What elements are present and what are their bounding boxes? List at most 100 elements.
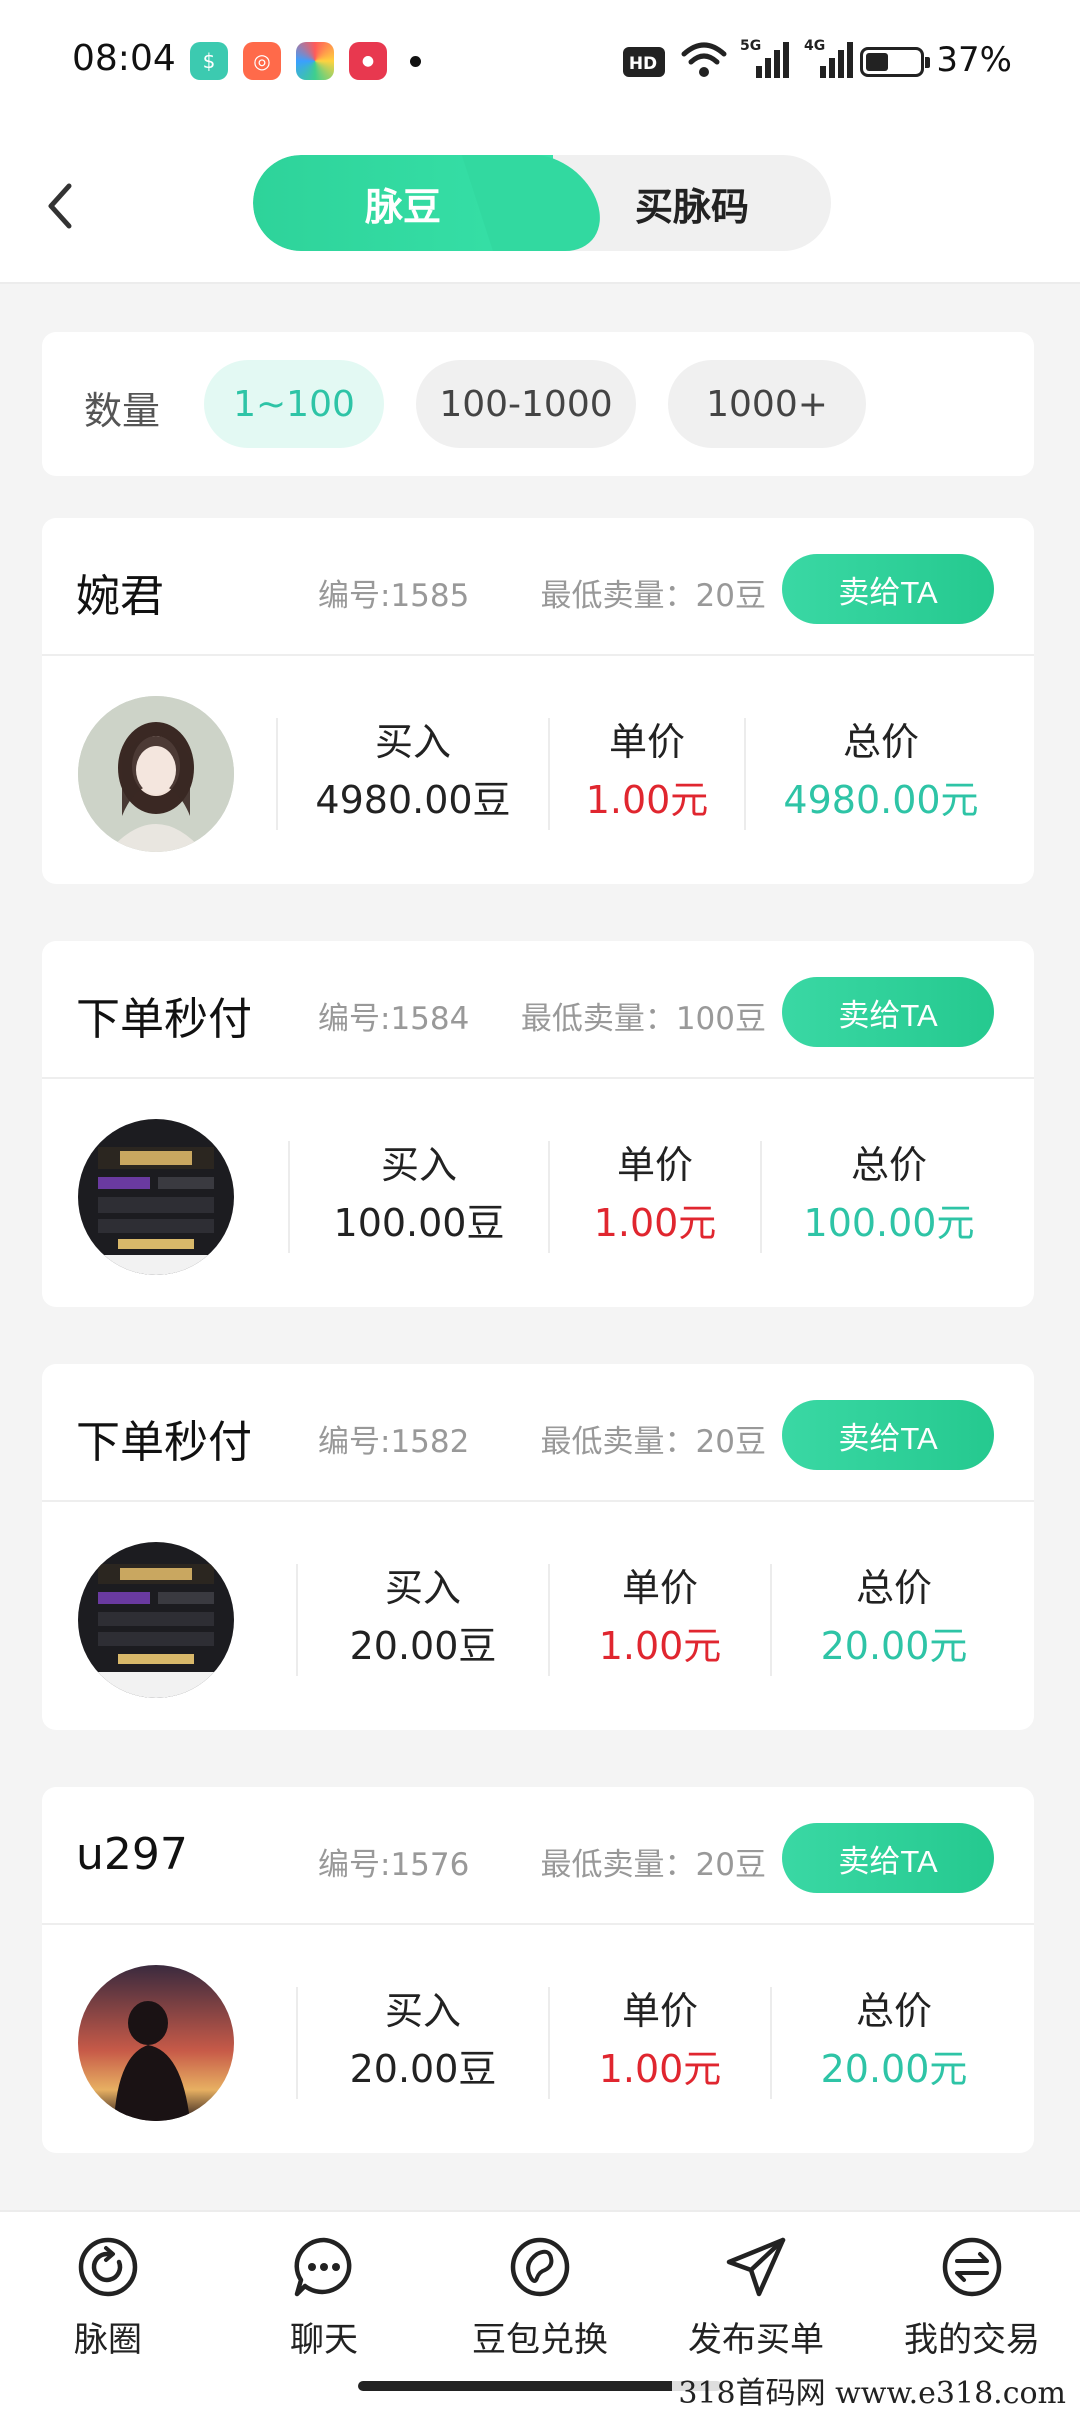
tab-buy-code[interactable]: 买脉码: [553, 155, 831, 251]
listing-header: 下单秒付 编号:1582 最低卖量：20豆 卖给TA: [42, 1364, 1034, 1502]
circle-refresh-icon: [78, 2237, 138, 2297]
buy-label: 买入: [374, 720, 451, 764]
filter-option-1-100[interactable]: 1~100: [204, 360, 384, 448]
buy-label: 买入: [384, 1989, 461, 2033]
quantity-filter: 数量 1~100 100-1000 1000+: [42, 332, 1034, 476]
listing-body: 买入 4980.00豆 单价 1.00元 总价 4980.00元: [42, 656, 1034, 884]
buy-amount-column: 买入 100.00豆: [290, 1141, 548, 1253]
listing-body: 买入 100.00豆 单价 1.00元 总价 100.00元: [42, 1079, 1034, 1307]
nav-item-bean-exchange[interactable]: 豆包兑换: [450, 2234, 630, 2361]
min-sell-amount: 最低卖量：20豆: [540, 1847, 766, 1883]
chat-bubble-icon: [294, 2237, 352, 2297]
hd-icon: HD: [623, 47, 665, 77]
signal-4g-icon: 4G: [804, 38, 854, 78]
nav-item-my-trades[interactable]: 我的交易: [882, 2234, 1062, 2361]
sell-to-button[interactable]: 卖给TA: [782, 1823, 994, 1893]
buy-amount-column: 买入 20.00豆: [298, 1987, 548, 2099]
avatar[interactable]: [78, 1542, 234, 1698]
nav-label: 发布买单: [688, 2320, 824, 2360]
unit-price: 1.00元: [598, 2047, 722, 2091]
total-column: 总价 20.00元: [772, 1564, 1016, 1676]
unit-price: 1.00元: [598, 1624, 722, 1668]
seller-name: 婉君: [76, 571, 164, 622]
unit-price-column: 单价 1.00元: [550, 718, 744, 830]
seller-name: 下单秒付: [76, 1417, 252, 1468]
battery-percent: 37%: [936, 40, 1012, 80]
shopping-app-icon: ●: [349, 42, 387, 80]
total-column: 总价 100.00元: [762, 1141, 1016, 1253]
notification-dot: [410, 56, 421, 67]
status-bar: 08:04 $ ◎ ● HD 5G 4G 37%: [0, 0, 1080, 128]
svg-text:HD: HD: [629, 54, 657, 74]
listing-serial: 编号:1582: [318, 1424, 470, 1460]
nav-label: 脉圈: [74, 2320, 142, 2360]
browser-app-icon: [296, 42, 334, 80]
filter-label: 数量: [84, 389, 161, 433]
total-label: 总价: [855, 1566, 932, 1610]
listing-header: 婉君 编号:1585 最低卖量：20豆 卖给TA: [42, 518, 1034, 656]
filter-option-1000-plus[interactable]: 1000+: [668, 360, 866, 448]
buy-amount: 20.00豆: [349, 1624, 497, 1668]
unit-price-column: 单价 1.00元: [550, 1564, 770, 1676]
transfer-arrows-icon: [942, 2237, 1002, 2297]
home-indicator[interactable]: [358, 2381, 722, 2391]
listing-serial: 编号:1585: [318, 578, 470, 614]
listing-body: 买入 20.00豆 单价 1.00元 总价 20.00元: [42, 1925, 1034, 2153]
unit-price: 1.00元: [593, 1201, 717, 1245]
wallet-app-icon: $: [190, 42, 228, 80]
community-app-icon: ◎: [243, 42, 281, 80]
total-price: 4980.00元: [783, 778, 979, 822]
avatar[interactable]: [78, 1119, 234, 1275]
total-label: 总价: [842, 720, 919, 764]
unit-price-label: 单价: [608, 720, 685, 764]
tab-maidou[interactable]: 脉豆: [253, 155, 553, 251]
min-sell-amount: 最低卖量：20豆: [540, 578, 766, 614]
total-label: 总价: [850, 1143, 927, 1187]
buy-amount: 100.00豆: [333, 1201, 505, 1245]
nav-label: 我的交易: [904, 2320, 1040, 2360]
total-price: 100.00元: [803, 1201, 975, 1245]
buy-amount-column: 买入 4980.00豆: [278, 718, 548, 830]
listing-card: 下单秒付 编号:1582 最低卖量：20豆 卖给TA 买入 20.00豆 单价 …: [42, 1364, 1034, 1730]
paper-plane-icon: [726, 2237, 786, 2297]
wifi-icon: [681, 42, 727, 77]
buy-label: 买入: [380, 1143, 457, 1187]
sell-to-button[interactable]: 卖给TA: [782, 554, 994, 624]
status-time: 08:04: [72, 38, 176, 79]
back-button[interactable]: [30, 173, 90, 239]
nav-item-maiquan[interactable]: 脉圈: [18, 2234, 198, 2361]
segment-control: 脉豆 买脉码: [253, 155, 831, 251]
seller-name: 下单秒付: [76, 994, 252, 1045]
unit-price-label: 单价: [621, 1566, 698, 1610]
filter-option-100-1000[interactable]: 100-1000: [416, 360, 636, 448]
total-label: 总价: [855, 1989, 932, 2033]
watermark: 318首码网 www.e318.com: [672, 2368, 1072, 2412]
unit-price-label: 单价: [621, 1989, 698, 2033]
listing-header: u297 编号:1576 最低卖量：20豆 卖给TA: [42, 1787, 1034, 1925]
listing-card: u297 编号:1576 最低卖量：20豆 卖给TA 买入 20.00豆 单价 …: [42, 1787, 1034, 2153]
buy-amount: 20.00豆: [349, 2047, 497, 2091]
nav-label: 聊天: [290, 2320, 358, 2360]
unit-price-column: 单价 1.00元: [550, 1987, 770, 2099]
seller-name: u297: [76, 1829, 188, 1880]
header: 脉豆 买脉码: [0, 128, 1080, 284]
avatar[interactable]: [78, 1965, 234, 2121]
total-price: 20.00元: [820, 1624, 968, 1668]
battery-icon: [860, 47, 930, 77]
listing-card: 婉君 编号:1585 最低卖量：20豆 卖给TA 买入 4980.00豆 单价 …: [42, 518, 1034, 884]
min-sell-amount: 最低卖量：20豆: [540, 1424, 766, 1460]
total-price: 20.00元: [820, 2047, 968, 2091]
listing-serial: 编号:1584: [318, 1001, 470, 1037]
total-column: 总价 4980.00元: [746, 718, 1016, 830]
unit-price-column: 单价 1.00元: [550, 1141, 760, 1253]
sell-to-button[interactable]: 卖给TA: [782, 977, 994, 1047]
sell-to-button[interactable]: 卖给TA: [782, 1400, 994, 1470]
nav-item-chat[interactable]: 聊天: [234, 2234, 414, 2361]
avatar[interactable]: [78, 696, 234, 852]
signal-5g-icon: 5G: [740, 38, 790, 78]
min-sell-amount: 最低卖量：100豆: [520, 1001, 766, 1037]
nav-label: 豆包兑换: [472, 2320, 608, 2360]
chevron-left-icon: [48, 183, 72, 229]
nav-item-publish-buy[interactable]: 发布买单: [666, 2234, 846, 2361]
total-column: 总价 20.00元: [772, 1987, 1016, 2099]
